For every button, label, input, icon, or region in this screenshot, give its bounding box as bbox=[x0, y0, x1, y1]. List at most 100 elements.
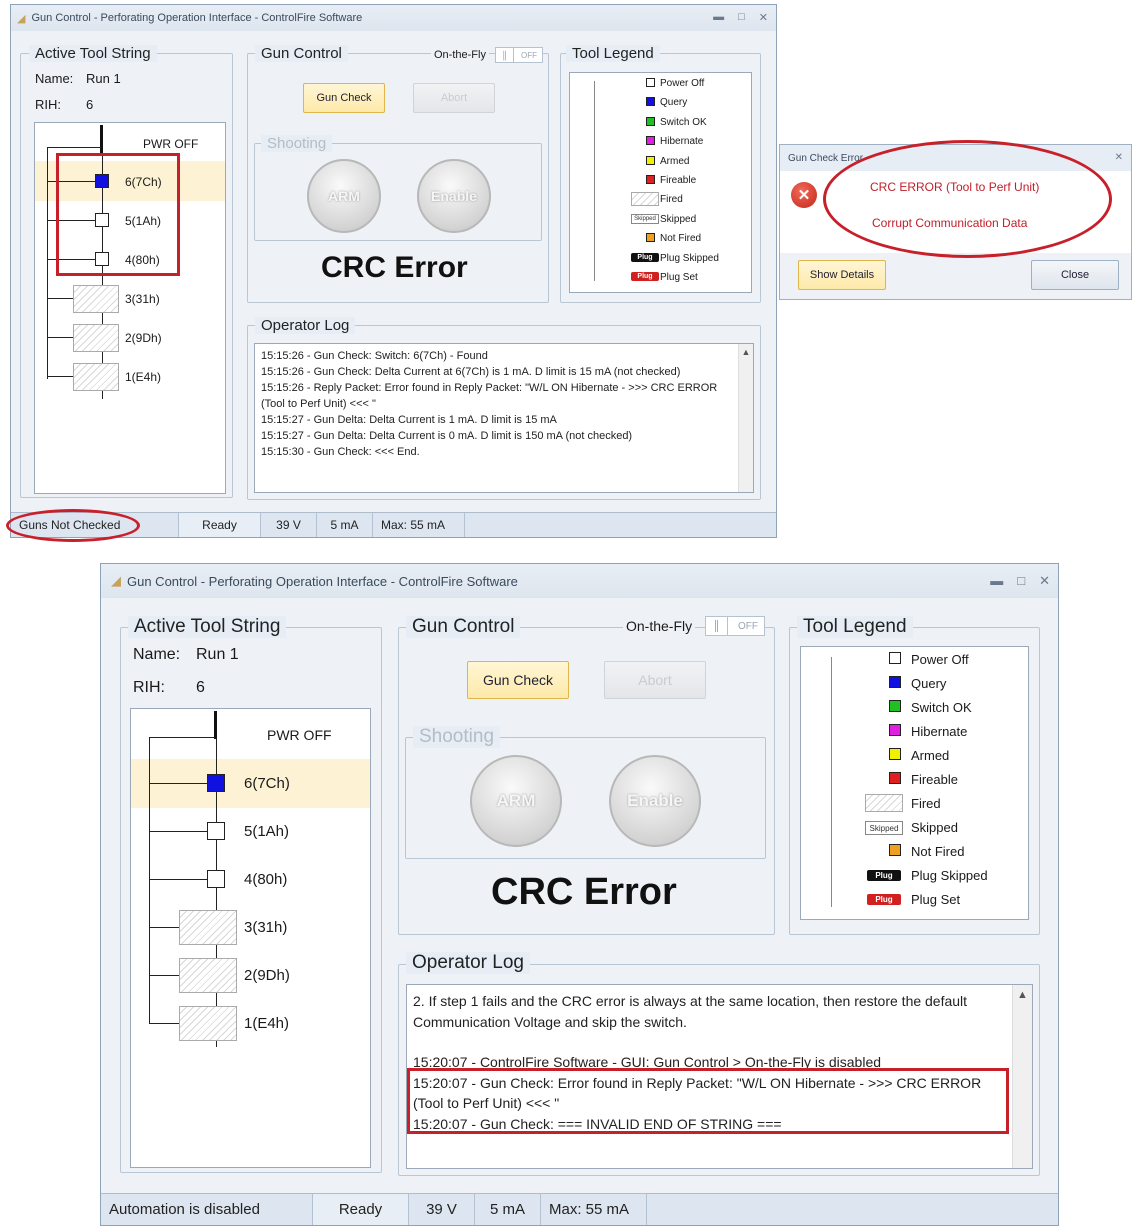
enable-button[interactable]: Enable bbox=[417, 159, 491, 233]
show-details-button[interactable]: Show Details bbox=[798, 260, 886, 290]
maximize-icon[interactable]: □ bbox=[1017, 573, 1025, 589]
window-title: Gun Control - Perforating Operation Inte… bbox=[127, 573, 518, 589]
tool-label-2[interactable]: 2(9Dh) bbox=[125, 331, 162, 345]
rih-label: RIH: bbox=[35, 97, 61, 112]
tool-gun-fired-2[interactable] bbox=[73, 324, 119, 352]
tool-label-3[interactable]: 3(31h) bbox=[244, 919, 287, 936]
bottom-window: ◢ Gun Control - Perforating Operation In… bbox=[100, 563, 1059, 1226]
legend-hibernate-icon bbox=[889, 724, 901, 736]
enable-button[interactable]: Enable bbox=[609, 755, 701, 847]
log-line: 15:15:26 - Gun Check: Delta Current at 6… bbox=[261, 366, 681, 378]
legend-fireable-icon bbox=[889, 772, 901, 784]
maximize-icon[interactable]: □ bbox=[738, 11, 745, 24]
toggle-state-label: OFF bbox=[738, 620, 758, 632]
log-line: 15:15:26 - Reply Packet: Error found in … bbox=[261, 382, 718, 410]
log-scrollbar[interactable]: ▲ bbox=[738, 344, 753, 492]
log-line bbox=[413, 1032, 1002, 1052]
voltage-status: 39 V bbox=[409, 1194, 475, 1225]
legend-plug-skipped-icon: Plug bbox=[631, 253, 659, 262]
top-window: ◢ Gun Control - Perforating Operation In… bbox=[10, 4, 777, 538]
bottom-title-bar: ◢ Gun Control - Perforating Operation In… bbox=[101, 564, 1058, 598]
minimize-icon[interactable]: ▬ bbox=[990, 573, 1003, 589]
tool-label-4[interactable]: 4(80h) bbox=[244, 871, 287, 888]
legend-skipped-icon: Skipped bbox=[631, 214, 659, 224]
switches-highlight-box bbox=[56, 153, 180, 276]
log-scrollbar[interactable]: ▲ bbox=[1012, 985, 1032, 1168]
operator-log-text[interactable]: 15:15:26 - Gun Check: Switch: 6(7Ch) - F… bbox=[254, 343, 754, 493]
legend-item-fireable: Fireable bbox=[660, 175, 697, 186]
gun-check-button[interactable]: Gun Check bbox=[303, 83, 385, 113]
dialog-title: Gun Check Error bbox=[788, 152, 864, 164]
legend-plug-skipped-icon: Plug bbox=[867, 870, 901, 881]
tool-label-6[interactable]: 6(7Ch) bbox=[244, 775, 290, 792]
minimize-icon[interactable]: ▬ bbox=[713, 11, 724, 24]
tool-label-5[interactable]: 5(1Ah) bbox=[244, 823, 289, 840]
error-icon: ✕ bbox=[791, 182, 817, 208]
active-tool-string-header: Active Tool String bbox=[29, 45, 157, 62]
dialog-close-icon[interactable]: ✕ bbox=[1115, 152, 1123, 163]
on-the-fly-toggle[interactable]: ║ OFF bbox=[495, 47, 543, 63]
arm-button[interactable]: ARM bbox=[307, 159, 381, 233]
gun-check-button[interactable]: Gun Check bbox=[467, 661, 569, 699]
legend-item-query: Query bbox=[660, 97, 688, 108]
arm-button[interactable]: ARM bbox=[470, 755, 562, 847]
legend-item-plug-skipped: Plug Skipped bbox=[911, 868, 988, 883]
log-line: 2. If step 1 fails and the CRC error is … bbox=[413, 993, 968, 1030]
tool-switch-poweroff-4[interactable] bbox=[207, 870, 225, 888]
name-label: Name: bbox=[133, 646, 181, 663]
tool-label-1[interactable]: 1(E4h) bbox=[244, 1015, 289, 1032]
tool-gun-fired-1[interactable] bbox=[179, 1006, 237, 1041]
current-status: 5 mA bbox=[317, 513, 373, 537]
legend-item-fired: Fired bbox=[660, 194, 683, 205]
legend-item-query: Query bbox=[911, 676, 947, 691]
tool-gun-fired-3[interactable] bbox=[73, 285, 119, 313]
abort-button[interactable]: Abort bbox=[604, 661, 706, 699]
toggle-knob: ║ bbox=[706, 617, 728, 635]
name-value: Run 1 bbox=[86, 71, 121, 86]
tool-switch-poweroff-5[interactable] bbox=[207, 822, 225, 840]
shooting-header: Shooting bbox=[261, 135, 333, 152]
legend-fired-icon bbox=[631, 192, 659, 206]
legend-plug-set-icon: Plug bbox=[867, 894, 901, 905]
tool-gun-fired-3[interactable] bbox=[179, 910, 237, 945]
legend-query-icon bbox=[889, 676, 901, 688]
bottom-status-bar: Automation is disabled Ready 39 V 5 mA M… bbox=[101, 1193, 1058, 1225]
tool-label-1[interactable]: 1(E4h) bbox=[125, 370, 161, 384]
legend-item-skipped: Skipped bbox=[911, 820, 958, 835]
legend-item-plug-set: Plug Set bbox=[911, 892, 961, 907]
close-icon[interactable]: ✕ bbox=[1039, 573, 1050, 589]
legend-armed-icon bbox=[646, 156, 655, 165]
gun-control-header: Gun Control bbox=[255, 45, 348, 62]
log-line: 15:15:27 - Gun Delta: Delta Current is 0… bbox=[261, 430, 633, 442]
abort-button[interactable]: Abort bbox=[413, 83, 495, 113]
dialog-close-button[interactable]: Close bbox=[1031, 260, 1119, 290]
legend-item-fired: Fired bbox=[911, 796, 941, 811]
guns-not-checked-highlight bbox=[6, 509, 140, 542]
tool-switch-query-6[interactable] bbox=[207, 774, 225, 792]
tool-label-3[interactable]: 3(31h) bbox=[125, 292, 160, 306]
pwr-off-label: PWR OFF bbox=[267, 727, 332, 743]
on-the-fly-label: On-the-Fly bbox=[431, 49, 489, 61]
crc-error-highlight bbox=[823, 140, 1112, 258]
log-error-highlight bbox=[407, 1068, 1009, 1134]
legend-item-plug-set: Plug Set bbox=[660, 272, 698, 283]
current-status: 5 mA bbox=[475, 1194, 541, 1225]
legend-power-off-icon bbox=[889, 652, 901, 664]
tool-label-2[interactable]: 2(9Dh) bbox=[244, 967, 290, 984]
legend-item-skipped: Skipped bbox=[660, 214, 697, 225]
tool-gun-fired-2[interactable] bbox=[179, 958, 237, 993]
legend-query-icon bbox=[646, 97, 655, 106]
gun-control-header: Gun Control bbox=[406, 616, 521, 638]
legend-hibernate-icon bbox=[646, 136, 655, 145]
pwr-off-label: PWR OFF bbox=[143, 137, 199, 151]
tool-legend-header: Tool Legend bbox=[566, 45, 660, 62]
on-the-fly-toggle[interactable]: ║ OFF bbox=[705, 616, 765, 636]
on-the-fly-label: On-the-Fly bbox=[623, 618, 696, 634]
rih-value: 6 bbox=[196, 679, 205, 696]
legend-item-switch-ok: Switch OK bbox=[660, 117, 707, 128]
crc-error-status: CRC Error bbox=[321, 251, 468, 284]
tool-legend-panel: Skipped Plug Plug Power Off Query Switch… bbox=[800, 646, 1029, 920]
tool-gun-fired-1[interactable] bbox=[73, 363, 119, 391]
active-tool-string-header: Active Tool String bbox=[128, 616, 287, 638]
close-icon[interactable]: ✕ bbox=[759, 11, 768, 24]
